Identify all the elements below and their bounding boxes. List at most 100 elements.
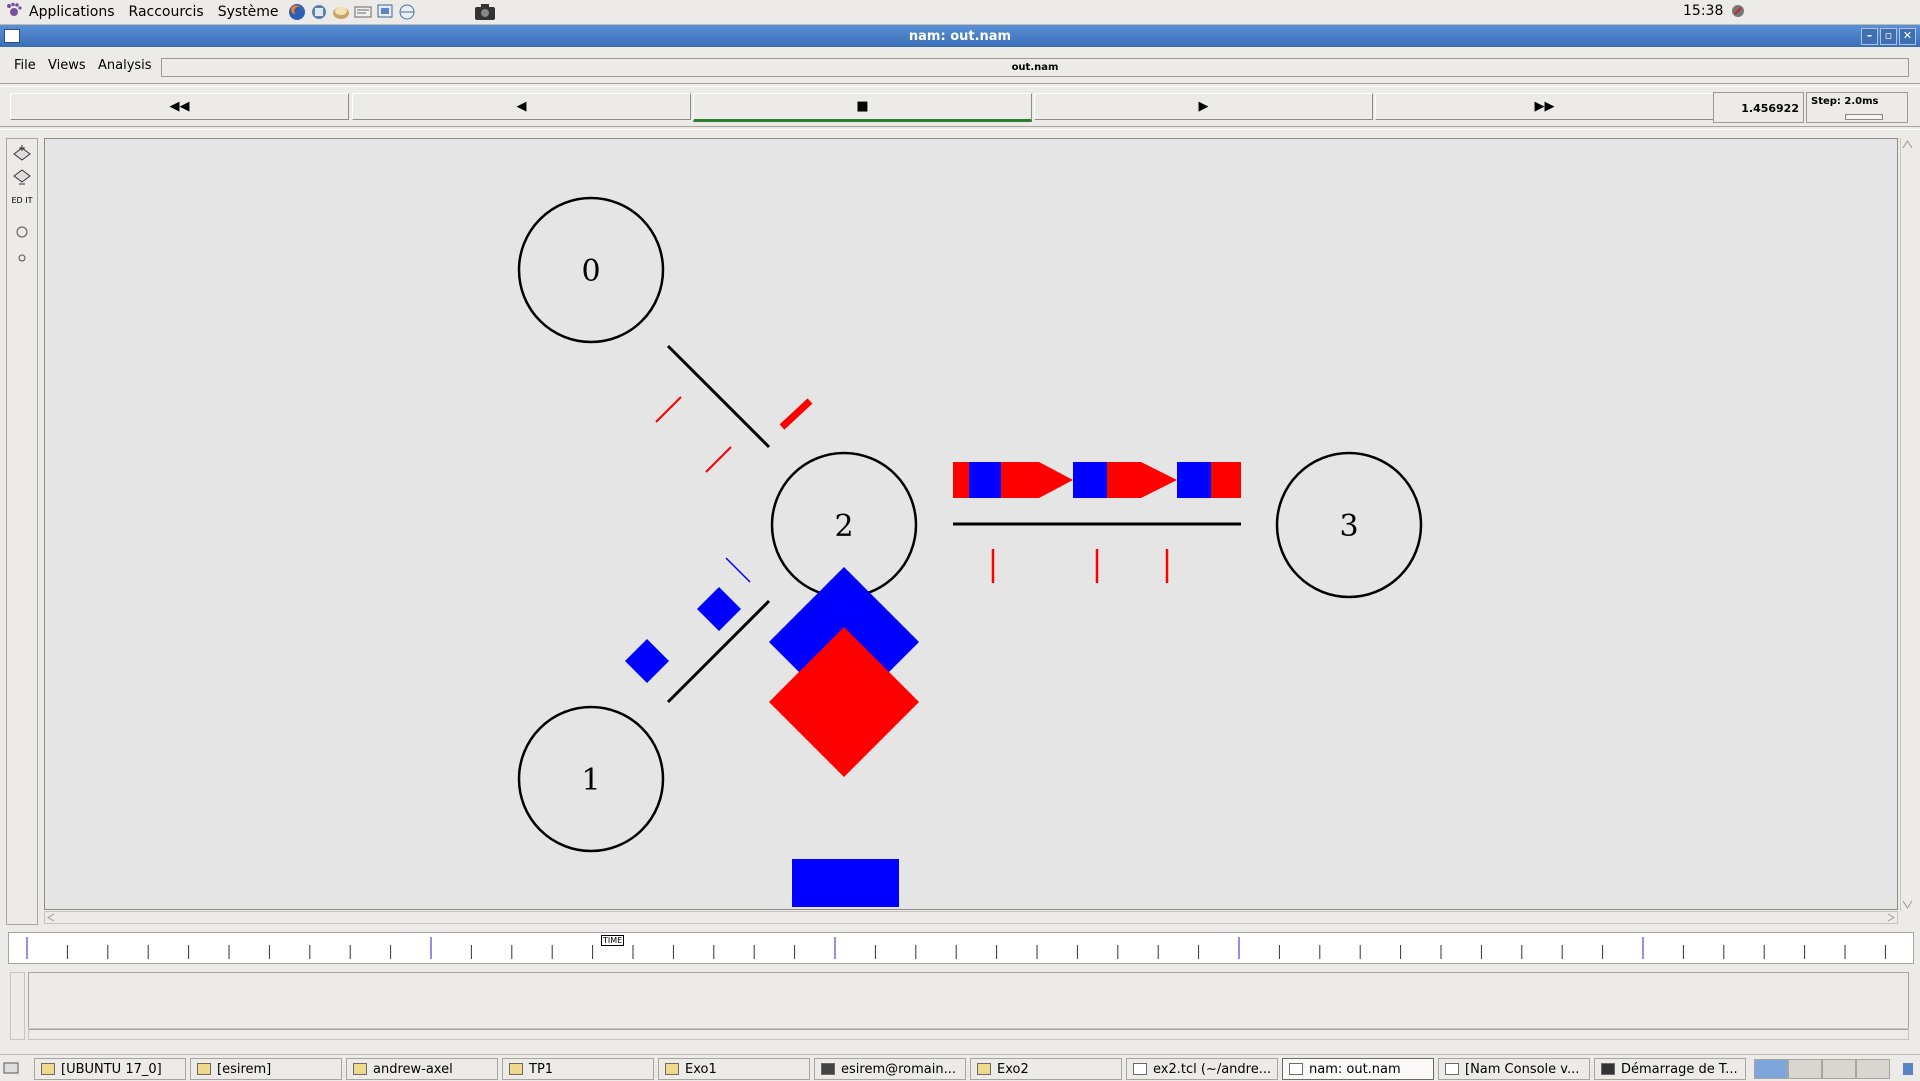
horizontal-scrollbar[interactable] bbox=[44, 911, 1898, 924]
task-label: TP1 bbox=[529, 1061, 554, 1077]
filename-display: out.nam bbox=[161, 58, 1909, 77]
play-button[interactable]: ▶ bbox=[1034, 93, 1373, 120]
packet bbox=[655, 396, 682, 423]
link-0-2[interactable] bbox=[666, 344, 771, 449]
task-tp1[interactable]: TP1 bbox=[502, 1058, 654, 1080]
gnome-foot-icon[interactable] bbox=[6, 2, 22, 22]
node-3[interactable]: 3 bbox=[1275, 451, 1423, 599]
circle-tool-icon[interactable] bbox=[10, 223, 34, 247]
task-label: Exo1 bbox=[685, 1061, 717, 1077]
window-titlebar[interactable]: nam: out.nam – ▫ ✕ bbox=[0, 25, 1920, 47]
step-slider[interactable] bbox=[1845, 114, 1883, 120]
menu-views[interactable]: Views bbox=[48, 58, 86, 73]
task-label: ex2.tcl (~/andre... bbox=[1153, 1061, 1272, 1077]
firefox-icon[interactable] bbox=[287, 2, 307, 22]
task-ubuntu[interactable]: [UBUNTU 17_0] bbox=[34, 1058, 186, 1080]
analysis-scrollbar[interactable] bbox=[10, 972, 25, 1040]
editor-icon[interactable] bbox=[353, 2, 373, 22]
time-display: 1.456922 bbox=[1713, 92, 1804, 123]
packet bbox=[697, 587, 741, 631]
menu-analysis[interactable]: Analysis bbox=[98, 58, 152, 73]
node-label: 0 bbox=[581, 254, 600, 289]
workspace-1[interactable] bbox=[1754, 1059, 1788, 1079]
task-nam-console[interactable]: [Nam Console v... bbox=[1438, 1058, 1590, 1080]
separator bbox=[0, 126, 1920, 130]
minimize-button[interactable]: – bbox=[1861, 28, 1878, 45]
vertical-scrollbar[interactable] bbox=[1900, 138, 1914, 911]
volume-icon[interactable] bbox=[1729, 2, 1747, 24]
menu-file[interactable]: File bbox=[14, 58, 36, 73]
time-marker[interactable]: TIME bbox=[601, 935, 625, 946]
window-menu-icon[interactable] bbox=[4, 29, 20, 43]
fast-forward-button[interactable]: ▶▶ bbox=[1375, 93, 1714, 120]
workspace-4[interactable] bbox=[1856, 1059, 1890, 1079]
workspace-2[interactable] bbox=[1788, 1059, 1822, 1079]
rewind-button[interactable]: ◀◀ bbox=[10, 93, 349, 120]
task-label: Démarrage de T... bbox=[1621, 1061, 1738, 1077]
menu-raccourcis[interactable]: Raccourcis bbox=[122, 4, 211, 20]
network-icon[interactable] bbox=[309, 2, 329, 22]
network-canvas[interactable]: 0 1 2 3 bbox=[44, 138, 1898, 910]
terminal-icon bbox=[821, 1063, 835, 1075]
packet bbox=[1073, 462, 1107, 498]
maximize-button[interactable]: ▫ bbox=[1880, 28, 1897, 45]
queued-packet bbox=[792, 859, 899, 907]
task-screenshot[interactable]: Démarrage de T... bbox=[1594, 1058, 1746, 1080]
packet bbox=[1001, 462, 1073, 498]
edit-button[interactable]: ED IT bbox=[10, 193, 34, 219]
task-nam-out[interactable]: nam: out.nam bbox=[1282, 1058, 1434, 1080]
separator bbox=[0, 83, 1920, 87]
step-back-button[interactable]: ◀ bbox=[352, 93, 691, 120]
step-label: Step: 2.0ms bbox=[1811, 96, 1879, 107]
task-label: Exo2 bbox=[997, 1061, 1029, 1077]
close-button[interactable]: ✕ bbox=[1899, 28, 1916, 45]
show-desktop-icon[interactable] bbox=[3, 1060, 19, 1080]
trash-icon[interactable] bbox=[1900, 1060, 1916, 1080]
task-andrew-axel[interactable]: andrew-axel bbox=[346, 1058, 498, 1080]
task-esirem[interactable]: [esirem] bbox=[190, 1058, 342, 1080]
camera-icon[interactable] bbox=[474, 2, 495, 22]
task-exo1[interactable]: Exo1 bbox=[658, 1058, 810, 1080]
menu-systeme[interactable]: Système bbox=[211, 4, 286, 20]
task-label: esirem@romain... bbox=[841, 1061, 956, 1077]
task-ex2-tcl[interactable]: ex2.tcl (~/andre... bbox=[1126, 1058, 1278, 1080]
window-icon bbox=[1289, 1063, 1303, 1075]
folder-icon bbox=[509, 1063, 523, 1075]
node-label: 1 bbox=[581, 763, 600, 798]
timeline-slider[interactable]: TIME bbox=[8, 932, 1914, 964]
task-label: [Nam Console v... bbox=[1465, 1061, 1580, 1077]
presentation-icon[interactable] bbox=[375, 2, 395, 22]
fast-forward-icon: ▶▶ bbox=[1534, 99, 1555, 114]
packet bbox=[705, 446, 732, 473]
step-control[interactable]: Step: 2.0ms bbox=[1806, 92, 1908, 123]
top-panel: Applications Raccourcis Système 15:38 bbox=[0, 0, 1920, 25]
analysis-horizontal-scrollbar[interactable] bbox=[28, 1028, 1909, 1040]
node-label: 2 bbox=[834, 509, 853, 544]
task-label: nam: out.nam bbox=[1309, 1061, 1401, 1077]
stop-icon: ■ bbox=[856, 99, 869, 114]
rewind-icon: ◀◀ bbox=[169, 99, 190, 114]
analysis-panel[interactable] bbox=[28, 972, 1909, 1030]
task-label: [esirem] bbox=[217, 1061, 272, 1077]
packet bbox=[953, 462, 969, 498]
packet bbox=[1107, 462, 1177, 498]
packet bbox=[625, 639, 669, 683]
clock[interactable]: 15:38 bbox=[1683, 3, 1723, 19]
mail-icon[interactable] bbox=[331, 2, 351, 22]
camera-icon bbox=[1601, 1063, 1615, 1075]
back-icon: ◀ bbox=[516, 99, 527, 114]
browser-icon[interactable] bbox=[397, 2, 417, 22]
menu-applications[interactable]: Applications bbox=[22, 4, 122, 20]
window-icon bbox=[1445, 1063, 1459, 1075]
zoom-in-icon[interactable] bbox=[10, 143, 34, 167]
task-exo2[interactable]: Exo2 bbox=[970, 1058, 1122, 1080]
node-1[interactable]: 1 bbox=[517, 705, 665, 853]
task-terminal[interactable]: esirem@romain... bbox=[814, 1058, 966, 1080]
node-0[interactable]: 0 bbox=[517, 196, 665, 344]
workspace-3[interactable] bbox=[1822, 1059, 1856, 1079]
zoom-out-icon[interactable] bbox=[10, 167, 34, 191]
stop-button[interactable]: ■ bbox=[693, 93, 1032, 122]
play-icon: ▶ bbox=[1198, 99, 1209, 114]
packet bbox=[969, 462, 1001, 498]
small-circle-tool-icon[interactable] bbox=[10, 249, 34, 273]
